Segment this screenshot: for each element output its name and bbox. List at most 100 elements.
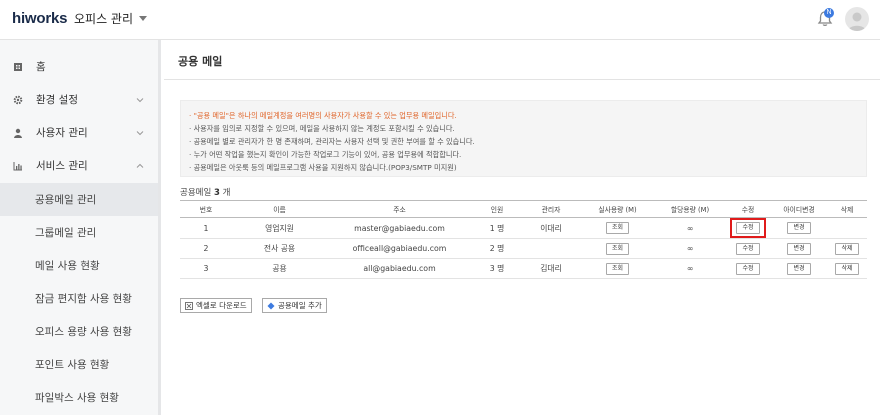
row-quota: ∞	[655, 217, 725, 239]
column-header: 수정	[725, 200, 771, 218]
chevron-up-icon	[136, 163, 144, 168]
count-suffix: 개	[222, 188, 231, 198]
count-prefix: 공용메일	[180, 188, 212, 198]
gear-icon	[13, 95, 23, 104]
row-members: 2 명	[472, 238, 522, 259]
sidebar-subitem-mail-usage[interactable]: 메일 사용 현황	[0, 249, 158, 282]
change-id-button[interactable]: 변경	[787, 222, 811, 234]
user-icon	[14, 128, 22, 138]
sidebar-subitem-label: 포인트 사용 현황	[35, 359, 110, 371]
add-shared-mail-label: 공용메일 추가	[278, 301, 322, 310]
sidebar-item-label: 홈	[36, 61, 46, 73]
info-line: · "공용 메일"은 하나의 메일계정을 여러명의 사용자가 사용할 수 있는 …	[189, 111, 457, 120]
content-header: 공용 메일	[164, 40, 880, 80]
change-id-button[interactable]: 변경	[787, 242, 811, 255]
edit-button[interactable]: 수정	[736, 262, 760, 275]
row-address: master@gabiaedu.com	[327, 217, 472, 239]
delete-button[interactable]: 삭제	[835, 262, 859, 275]
highlight-box: 수정	[730, 218, 766, 238]
change-id-button[interactable]: 변경	[787, 262, 811, 275]
excel-icon	[185, 301, 193, 310]
sidebar-subitem-shared-mail[interactable]: 공용메일 관리	[0, 183, 158, 216]
row-delete-cell: 삭제	[827, 238, 867, 259]
home-icon	[14, 62, 22, 71]
column-header: 실사용량 (M)	[580, 200, 655, 218]
column-header: 삭제	[827, 200, 867, 218]
delete-button[interactable]: 삭제	[835, 242, 859, 255]
sidebar-item-label: 사용자 관리	[36, 127, 88, 139]
add-diamond-icon	[267, 302, 275, 309]
row-edit-cell: 수정	[725, 258, 771, 279]
info-line: · 사용자를 임의로 지정할 수 있으며, 메일을 사용하지 않는 계정도 포함…	[189, 124, 455, 133]
sidebar-subitem-filebox[interactable]: 파일박스 사용 현황	[0, 381, 158, 414]
shared-mail-table: 번호 이름 주소 인원 관리자 실사용량 (M) 할당용량 (M) 수정 아이디…	[180, 200, 867, 279]
chart-icon	[13, 161, 22, 170]
column-header: 이름	[232, 200, 327, 218]
notification-badge: N	[824, 8, 834, 18]
view-usage-button[interactable]: 조회	[605, 242, 630, 255]
excel-download-label: 엑셀로 다운로드	[196, 301, 247, 310]
hiworks-logo[interactable]: hiworks	[12, 10, 67, 27]
column-header: 할당용량 (M)	[655, 200, 725, 218]
view-usage-button[interactable]: 조회	[605, 222, 630, 234]
row-usage-cell: 조회	[580, 238, 655, 259]
view-usage-button[interactable]: 조회	[605, 262, 630, 275]
sidebar-subitem-label: 파일박스 사용 현황	[35, 392, 119, 404]
row-address: officeall@gabiaedu.com	[327, 238, 472, 259]
row-usage-cell: 조회	[580, 217, 655, 239]
sidebar-item-label: 서비스 관리	[36, 160, 88, 172]
avatar[interactable]	[845, 7, 869, 31]
row-name: 공용	[232, 258, 327, 279]
office-admin-menu-label: 오피스 관리	[74, 12, 134, 26]
add-shared-mail-button[interactable]: 공용메일 추가	[262, 298, 327, 313]
sidebar-subitem-office-storage[interactable]: 오피스 용량 사용 현황	[0, 315, 158, 348]
sidebar: 홈 환경 설정 사용자 관리 서비스 관리 공용메일 관리 그룹메일 관리 메일…	[0, 40, 161, 415]
row-quota: ∞	[655, 258, 725, 279]
row-number: 3	[180, 258, 232, 279]
info-line: · 누가 어떤 작업을 했는지 확인이 가능한 작업로그 기능이 있어, 공용 …	[189, 150, 462, 159]
row-quota: ∞	[655, 238, 725, 259]
column-header: 번호	[180, 200, 232, 218]
sidebar-subitem-points[interactable]: 포인트 사용 현황	[0, 348, 158, 381]
row-admin: 이대리	[522, 217, 580, 239]
sidebar-item-home[interactable]: 홈	[0, 50, 158, 83]
office-admin-menu[interactable]: 오피스 관리	[74, 10, 148, 27]
edit-button[interactable]: 수정	[736, 222, 760, 234]
edit-button[interactable]: 수정	[736, 242, 760, 255]
info-line: · 공용메일은 아웃룩 등의 메일프로그램 사용을 지원하지 않습니다.(POP…	[189, 163, 457, 172]
row-number: 1	[180, 217, 232, 239]
row-admin	[522, 238, 580, 259]
row-edit-cell: 수정	[725, 238, 771, 259]
table-row: 2 전사 공용 officeall@gabiaedu.com 2 명 조회 ∞ …	[180, 238, 867, 259]
sidebar-subitem-label: 그룹메일 관리	[35, 227, 97, 239]
sidebar-item-services[interactable]: 서비스 관리	[0, 149, 158, 182]
count-value: 3	[213, 188, 220, 198]
row-id-cell: 변경	[771, 258, 827, 279]
shared-mail-count: 공용메일 3 개	[180, 186, 230, 198]
top-bar: hiworks 오피스 관리 N	[0, 0, 880, 40]
row-id-cell: 변경	[771, 238, 827, 259]
chevron-down-icon	[136, 130, 144, 135]
column-header: 주소	[327, 200, 472, 218]
column-header: 인원	[472, 200, 522, 218]
row-number: 2	[180, 238, 232, 259]
row-admin: 김대리	[522, 258, 580, 279]
user-avatar-icon	[848, 12, 866, 31]
sidebar-item-label: 환경 설정	[36, 94, 78, 106]
sidebar-subitem-group-mail[interactable]: 그룹메일 관리	[0, 216, 158, 249]
sidebar-item-users[interactable]: 사용자 관리	[0, 116, 158, 149]
table-header-row: 번호 이름 주소 인원 관리자 실사용량 (M) 할당용량 (M) 수정 아이디…	[180, 200, 867, 218]
sidebar-subitem-locked-mailbox[interactable]: 잠금 편지함 사용 현황	[0, 282, 158, 315]
row-delete-cell	[827, 217, 867, 239]
row-name: 전사 공용	[232, 238, 327, 259]
sidebar-subitem-label: 오피스 용량 사용 현황	[35, 326, 132, 338]
table-row: 3 공용 all@gabiaedu.com 3 명 김대리 조회 ∞ 수정 변경…	[180, 258, 867, 279]
column-header: 아이디변경	[771, 200, 827, 218]
sidebar-subitem-label: 공용메일 관리	[35, 194, 97, 206]
row-members: 3 명	[472, 258, 522, 279]
caret-down-icon	[139, 16, 148, 21]
page-title: 공용 메일	[178, 55, 223, 68]
excel-download-button[interactable]: 엑셀로 다운로드	[180, 298, 252, 313]
sidebar-item-settings[interactable]: 환경 설정	[0, 83, 158, 116]
sidebar-subitem-label: 잠금 편지함 사용 현황	[35, 293, 132, 305]
